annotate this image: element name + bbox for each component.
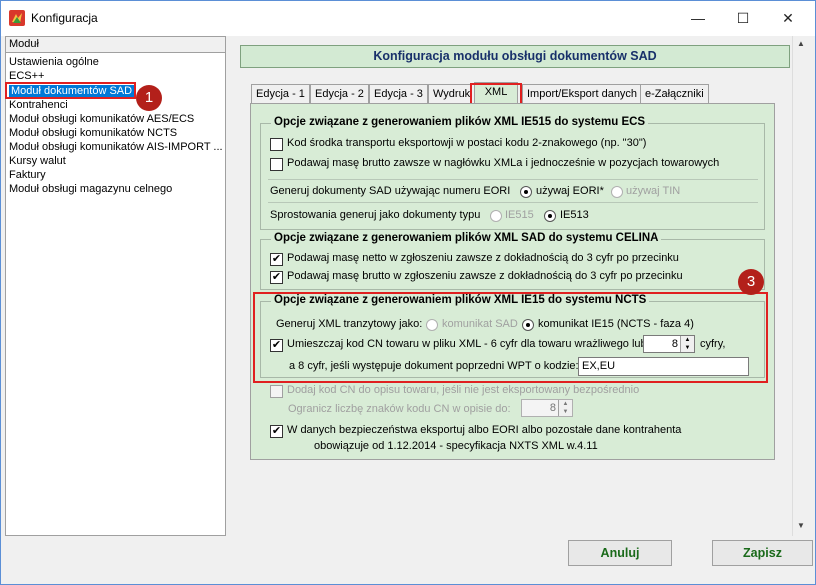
label-ecs-transport: Kod środka transportu eksportowji w post… bbox=[287, 137, 647, 149]
step-badge-3: 3 bbox=[738, 269, 764, 295]
label-eori-note: obowiązuje od 1.12.2014 - specyfikacja N… bbox=[314, 440, 598, 452]
spin-up-icon[interactable]: ▲ bbox=[558, 400, 572, 408]
label-eori-bezpieczenstwa: W danych bezpieczeństwa eksportuj albo E… bbox=[287, 424, 682, 436]
close-button[interactable]: ✕ bbox=[768, 6, 808, 30]
cn-limit-stepper[interactable]: 8 ▲ ▼ bbox=[521, 399, 573, 417]
minimize-button[interactable]: — bbox=[678, 6, 718, 30]
label-celina-netto: Podawaj masę netto w zgłoszeniu zawsze z… bbox=[287, 252, 679, 264]
scroll-up-icon[interactable]: ▲ bbox=[793, 36, 809, 52]
list-item[interactable]: Kontrahenci bbox=[9, 99, 68, 112]
list-item[interactable]: Kursy walut bbox=[9, 155, 66, 168]
label-dodaj-kod-cn: Dodaj kod CN do opisu towaru, jeśli nie … bbox=[287, 384, 640, 396]
list-item[interactable]: Moduł obsługi komunikatów NCTS bbox=[9, 127, 177, 140]
cn-limit-value: 8 bbox=[549, 402, 556, 414]
checkbox-eori-bezpieczenstwa[interactable]: ✔ bbox=[270, 425, 283, 438]
page-title: Konfiguracja modułu obsługi dokumentów S… bbox=[240, 45, 790, 68]
label-uzywaj-tin: używaj TIN bbox=[626, 185, 681, 197]
app-icon bbox=[9, 10, 25, 26]
label-ie513: IE513 bbox=[560, 209, 589, 221]
save-button[interactable]: Zapisz bbox=[712, 540, 813, 566]
tab-edycja-3[interactable]: Edycja - 3 bbox=[369, 84, 428, 104]
scroll-down-icon[interactable]: ▼ bbox=[793, 518, 809, 534]
list-item[interactable]: Moduł obsługi komunikatów AIS-IMPORT ... bbox=[9, 141, 223, 154]
label-ie515: IE515 bbox=[505, 209, 534, 221]
label-celina-brutto: Podawaj masę brutto w zgłoszeniu zawsze … bbox=[287, 270, 683, 282]
label-sprostowania: Sprostowania generuj jako dokumenty typu bbox=[270, 209, 481, 221]
group-celina: Opcje związane z generowaniem plików XML… bbox=[260, 232, 765, 290]
cancel-button[interactable]: Anuluj bbox=[568, 540, 672, 566]
tab-edycja-1[interactable]: Edycja - 1 bbox=[251, 84, 310, 104]
highlight-box-3 bbox=[253, 292, 768, 383]
window-title: Konfiguracja bbox=[31, 11, 98, 25]
checkbox-celina-brutto[interactable]: ✔ bbox=[270, 271, 283, 284]
group-celina-title: Opcje związane z generowaniem plików XML… bbox=[271, 232, 662, 244]
module-list[interactable]: Moduł Ustawienia ogólne ECS++ Moduł doku… bbox=[5, 36, 226, 536]
maximize-button[interactable]: ☐ bbox=[723, 6, 763, 30]
spin-down-icon[interactable]: ▼ bbox=[558, 408, 572, 416]
vertical-scrollbar[interactable]: ▲ ▼ bbox=[792, 36, 809, 536]
list-item[interactable]: Faktury bbox=[9, 169, 46, 182]
list-item[interactable]: Moduł obsługi magazynu celnego bbox=[9, 183, 172, 196]
list-item[interactable]: Moduł obsługi komunikatów AES/ECS bbox=[9, 113, 194, 126]
checkbox-ecs-transport[interactable] bbox=[270, 138, 283, 151]
group-ecs-title: Opcje związane z generowaniem plików XML… bbox=[271, 116, 649, 128]
label-eori: Generuj dokumenty SAD używając numeru EO… bbox=[270, 185, 511, 197]
list-header: Moduł bbox=[6, 37, 225, 53]
tab-edycja-2[interactable]: Edycja - 2 bbox=[310, 84, 369, 104]
label-uzywaj-eori: używaj EORI* bbox=[536, 185, 604, 197]
label-ogranicz: Ogranicz liczbę znaków kodu CN w opisie … bbox=[288, 403, 511, 415]
tab-e-zalaczniki[interactable]: e-Załączniki bbox=[640, 84, 709, 104]
checkbox-dodaj-kod-cn[interactable] bbox=[270, 385, 283, 398]
checkbox-celina-netto[interactable]: ✔ bbox=[270, 253, 283, 266]
radio-ie515[interactable] bbox=[490, 210, 502, 222]
separator bbox=[268, 202, 758, 203]
separator bbox=[268, 179, 758, 180]
tab-wydruk[interactable]: Wydruk bbox=[428, 84, 476, 104]
step-badge-1: 1 bbox=[136, 85, 162, 111]
label-ecs-brutto: Podawaj masę brutto zawsze w nagłówku XM… bbox=[287, 157, 720, 169]
tab-import-eksport[interactable]: Import/Eksport danych bbox=[522, 84, 643, 104]
list-item[interactable]: Ustawienia ogólne bbox=[9, 56, 99, 69]
highlight-box-1 bbox=[5, 82, 136, 99]
radio-uzywaj-eori[interactable] bbox=[520, 186, 532, 198]
radio-ie513[interactable] bbox=[544, 210, 556, 222]
radio-uzywaj-tin[interactable] bbox=[611, 186, 623, 198]
checkbox-ecs-brutto[interactable] bbox=[270, 158, 283, 171]
